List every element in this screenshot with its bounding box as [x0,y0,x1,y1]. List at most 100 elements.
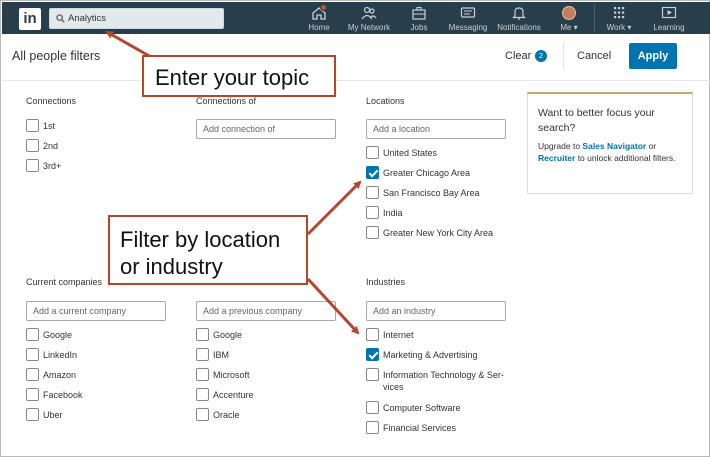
location-input[interactable]: Add a location [366,119,506,139]
checkbox[interactable] [196,348,209,361]
checkbox[interactable] [196,368,209,381]
nav-learning[interactable]: Learning [650,2,688,34]
checkbox[interactable] [26,159,39,172]
checkbox[interactable] [26,348,39,361]
bell-icon [512,7,526,20]
option-label: Google [43,330,73,340]
nav-work-menu[interactable]: Work ▾ [602,2,636,34]
clear-button[interactable]: Clear [505,50,531,62]
option-label: Computer Software [383,403,461,413]
apply-button[interactable]: Apply [629,43,677,69]
nav-jobs[interactable]: Jobs [405,2,433,34]
current-companies-title: Current companies [26,277,103,287]
option-label: IBM [213,350,230,360]
option-label: 2nd [43,141,59,151]
promo-text-part: to unlock additional filters. [575,153,676,163]
upgrade-promo-card: Want to better focus your search? Upgrad… [527,92,693,194]
option-label: Internet [383,330,414,340]
checkbox[interactable] [366,226,379,239]
nav-me-label: Me ▾ [560,23,578,32]
page-frame: in Analytics Home My Network Jobs Messag… [0,0,710,457]
industry-placeholder: Add an industry [373,306,436,316]
nav-me-menu[interactable]: Me ▾ [554,2,584,34]
option-label: Marketing & Advertising [383,350,478,360]
checkbox-checked[interactable] [366,348,379,361]
location-placeholder: Add a location [373,124,431,134]
industries-title: Industries [366,277,406,287]
nav-work-label: Work ▾ [606,23,632,32]
cancel-button[interactable]: Cancel [577,50,611,62]
annotation-arrow [306,180,362,236]
search-value: Analytics [68,13,107,24]
sales-navigator-link[interactable]: Sales Navigator [582,141,646,151]
checkbox[interactable] [26,368,39,381]
annotation-line: or industry [120,254,223,279]
option-label: Facebook [43,390,83,400]
recruiter-link[interactable]: Recruiter [538,153,575,163]
option-label: 3rd+ [43,161,62,171]
option-label: Greater New York City Area [383,228,494,238]
nav-messaging-label: Messaging [448,23,488,32]
option-label: Microsoft [213,370,250,380]
checkbox[interactable] [366,146,379,159]
nav-divider [594,4,595,32]
avatar [562,6,576,20]
promo-text-part: or [646,141,657,151]
option-label: Information Technology & Ser- [383,370,504,380]
industry-input[interactable]: Add an industry [366,301,506,321]
option-label: Google [213,330,243,340]
page-title: All people filters [12,49,101,63]
nav-messaging[interactable]: Messaging [446,2,490,34]
previous-company-input[interactable]: Add a previous company [196,301,336,321]
locations-title: Locations [366,96,405,106]
play-icon [661,6,677,19]
checkbox[interactable] [26,388,39,401]
linkedin-logo[interactable]: in [19,8,41,30]
option-label: San Francisco Bay Area [383,188,480,198]
network-icon [361,6,377,20]
checkbox[interactable] [366,206,379,219]
search-input[interactable]: Analytics [49,8,224,29]
option-label-continued: vices [383,382,404,392]
nav-notifications[interactable]: Notifications [495,2,543,34]
checkbox[interactable] [196,328,209,341]
header-divider [563,42,564,70]
option-label: Amazon [43,370,77,380]
nav-my-network[interactable]: My Network [345,2,393,34]
nav-notifications-label: Notifications [497,23,541,32]
option-label: LinkedIn [43,350,78,360]
checkbox[interactable] [366,186,379,199]
nav-jobs-label: Jobs [410,23,428,32]
nav-my-network-label: My Network [347,23,391,32]
option-label: Oracle [213,410,240,420]
connections-of-title: Connections of [196,96,257,106]
clear-count-badge: 2 [535,50,547,62]
search-icon [56,14,65,23]
top-nav-bar: in Analytics Home My Network Jobs Messag… [2,2,710,34]
checkbox[interactable] [196,388,209,401]
checkbox[interactable] [26,119,39,132]
annotation-callout-filter: Filter by location or industry [108,215,308,285]
option-label: Greater Chicago Area [383,168,471,178]
checkbox[interactable] [366,328,379,341]
checkbox-checked[interactable] [366,166,379,179]
current-company-input[interactable]: Add a current company [26,301,166,321]
nav-home[interactable]: Home [305,2,333,34]
checkbox[interactable] [196,408,209,421]
checkbox[interactable] [366,401,379,414]
checkbox[interactable] [26,139,39,152]
checkbox[interactable] [366,368,379,381]
checkbox[interactable] [366,421,379,434]
checkbox[interactable] [26,328,39,341]
option-label: Accenture [213,390,254,400]
checkbox[interactable] [26,408,39,421]
messaging-icon [460,7,476,18]
promo-heading: Want to better focus your search? [538,107,655,134]
connections-of-input[interactable]: Add connection of [196,119,336,139]
nav-home-label: Home [308,23,330,32]
option-label: Uber [43,410,63,420]
previous-company-placeholder: Add a previous company [203,306,303,316]
option-label: United States [383,148,438,158]
option-label: 1st [43,121,56,131]
option-label: Financial Services [383,423,457,433]
